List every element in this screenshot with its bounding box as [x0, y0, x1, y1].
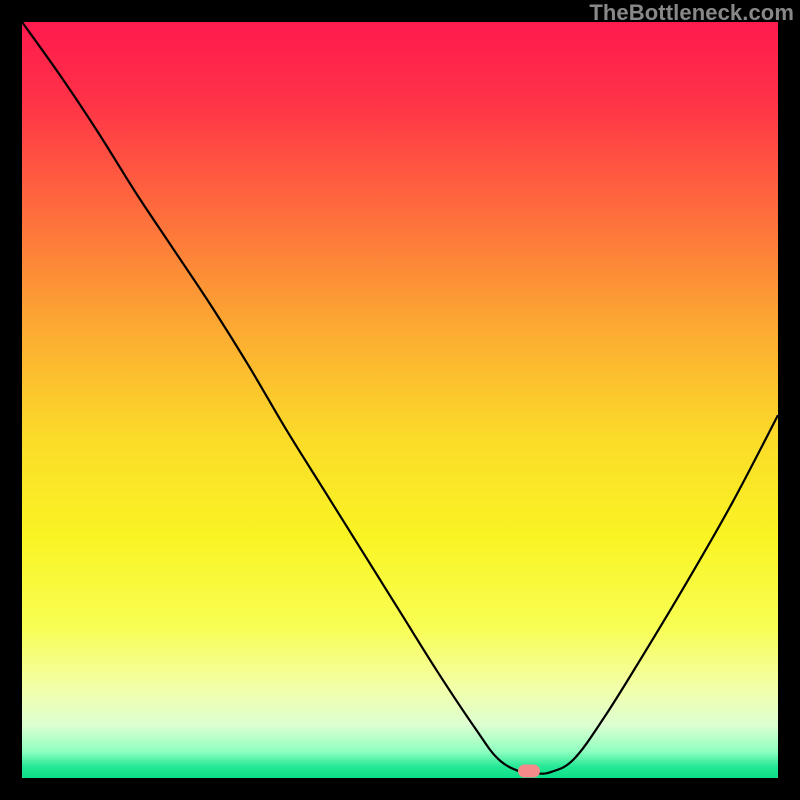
watermark-text: TheBottleneck.com	[589, 0, 794, 26]
background-gradient	[22, 22, 778, 778]
optimum-marker	[518, 765, 540, 778]
plot-area	[22, 22, 778, 778]
chart-frame: TheBottleneck.com	[0, 0, 800, 800]
